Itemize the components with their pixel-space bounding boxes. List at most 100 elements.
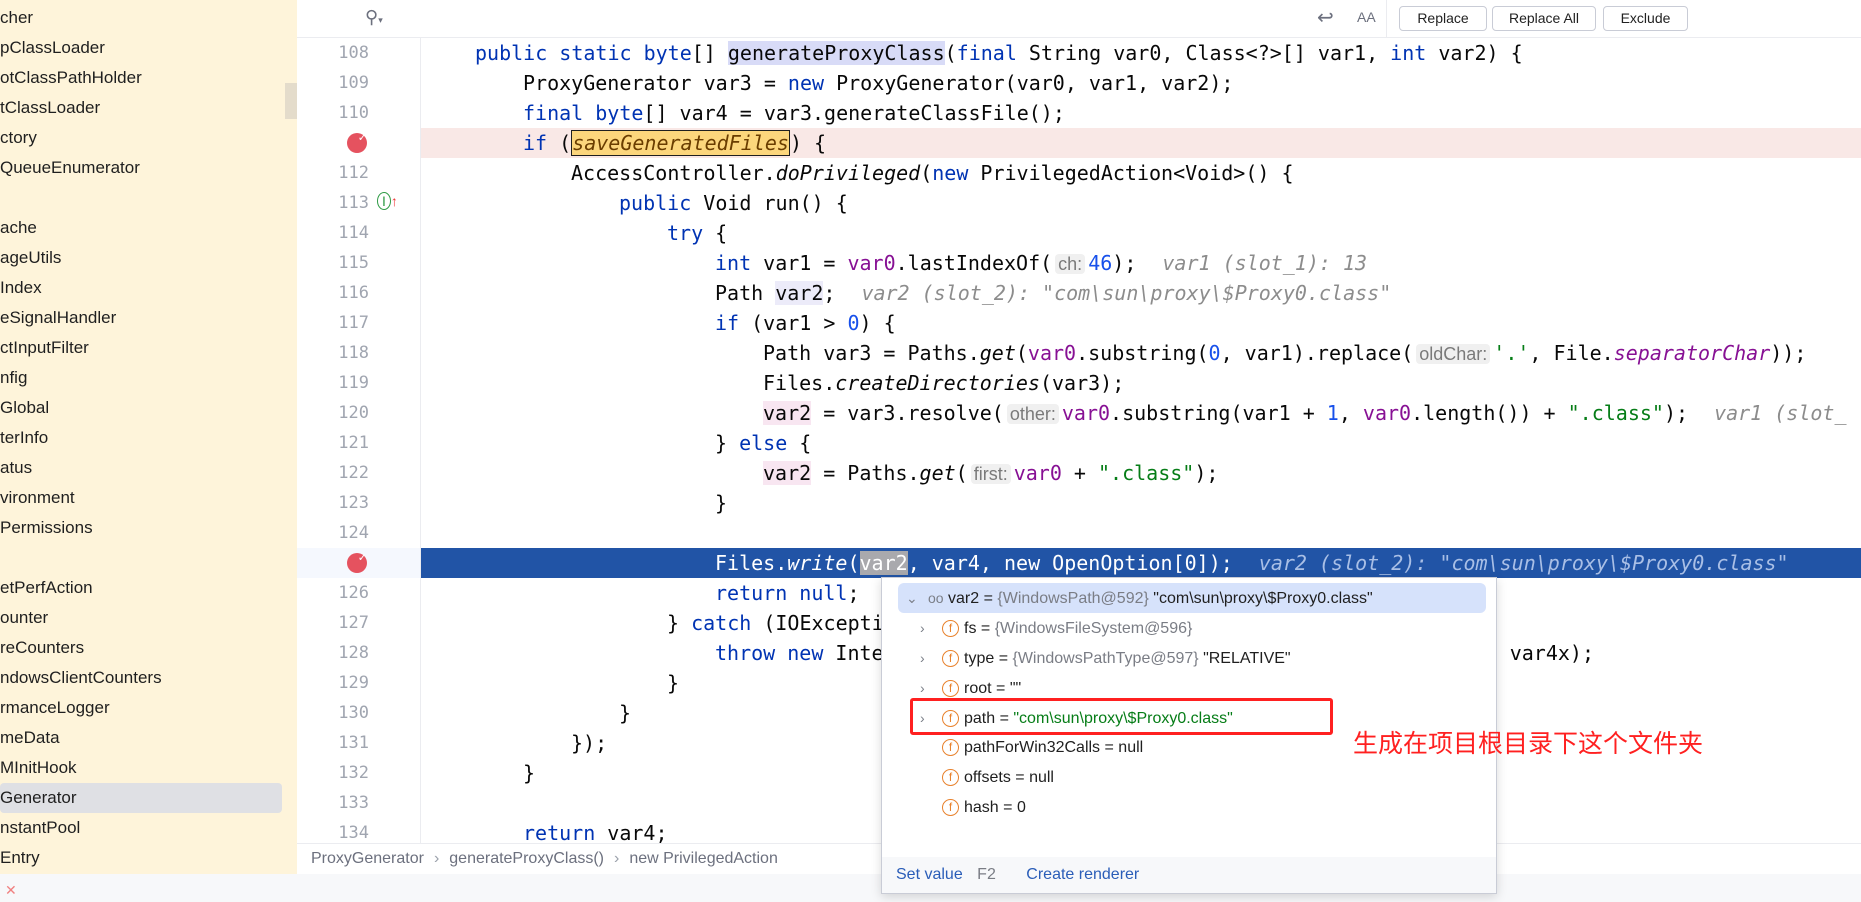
inspector-field-row[interactable]: f pathForWin32Calls = null: [920, 733, 1143, 763]
tree-item[interactable]: eSignalHandler: [0, 303, 282, 333]
code-token: var0: [1013, 461, 1062, 485]
code-token: (: [944, 41, 957, 65]
wrap-arrow-icon[interactable]: ↩: [1317, 5, 1334, 30]
breakpoint-icon[interactable]: ✓: [347, 553, 367, 573]
chevron-right-icon[interactable]: ›: [920, 613, 942, 643]
inspector-field-row[interactable]: f offsets = null: [920, 763, 1054, 793]
tree-item[interactable]: Entry: [0, 843, 282, 873]
replace-button[interactable]: Replace: [1399, 6, 1487, 31]
inspector-field-row[interactable]: › f fs = {WindowsFileSystem@596}: [920, 613, 1192, 643]
tree-item[interactable]: rmanceLogger: [0, 693, 282, 723]
code-line[interactable]: int var1 = var0.lastIndexOf(ch: 46); var1 …: [421, 248, 1861, 278]
annotation-note: 生成在项目根目录下这个文件夹: [1353, 729, 1704, 758]
line-number: 108: [338, 43, 369, 63]
search-icon[interactable]: ⚲▾: [365, 7, 383, 28]
exclude-button[interactable]: Exclude: [1603, 6, 1688, 31]
inspector-field-row[interactable]: f hash = 0: [920, 793, 1026, 823]
code-line[interactable]: var2 = var3.resolve(other: var0.substring…: [421, 398, 1861, 428]
chevron-down-icon[interactable]: ⌄: [906, 583, 928, 613]
line-number: 126: [338, 583, 369, 603]
line-number: 128: [338, 643, 369, 663]
inspector-field-row[interactable]: › f type = {WindowsPathType@597} "RELATIVE…: [920, 643, 1291, 673]
tree-item[interactable]: ctInputFilter: [0, 333, 282, 363]
code-line[interactable]: public Void run() {: [421, 188, 1861, 218]
code-line[interactable]: if (var1 > 0) {: [421, 308, 1861, 338]
create-renderer-link[interactable]: Create renderer: [1026, 866, 1139, 883]
close-icon[interactable]: ✕: [5, 882, 17, 899]
tree-item[interactable]: vironment: [0, 483, 282, 513]
code-line[interactable]: var2 = Paths.get(first: var0 + ".class");: [421, 458, 1861, 488]
code-token: 0: [847, 311, 860, 335]
tree-item[interactable]: ctory: [0, 123, 282, 153]
project-tree[interactable]: cher pClassLoader otClassPathHolder tClassL…: [0, 0, 297, 874]
tree-item[interactable]: otClassPathHolder: [0, 63, 282, 93]
field-icon: f: [942, 680, 959, 698]
tree-item[interactable]: Generator: [0, 783, 282, 813]
tree-item[interactable]: ounter: [0, 603, 282, 633]
implements-method-icon[interactable]: I ↑: [377, 192, 398, 210]
tree-item[interactable]: Permissions: [0, 513, 282, 543]
tree-item[interactable]: ndowsClientCounters: [0, 663, 282, 693]
annotation-highlight-box: [910, 698, 1333, 735]
field-value: "RELATIVE": [1198, 650, 1291, 667]
code-line[interactable]: public static byte[] generateProxyClass(…: [421, 38, 1861, 68]
code-line[interactable]: AccessController.doPrivileged(new Privil…: [421, 158, 1861, 188]
code-token: createDirectories: [835, 371, 1040, 395]
code-token: }: [715, 491, 728, 515]
var-type: {WindowsPath@592}: [997, 590, 1149, 607]
tree-item[interactable]: atus: [0, 453, 282, 483]
code-line[interactable]: Files.createDirectories(var3);: [421, 368, 1861, 398]
tree-item[interactable]: QueueEnumerator: [0, 153, 282, 183]
code-line[interactable]: } else {: [421, 428, 1861, 458]
line-number: 114: [338, 223, 369, 243]
line-number: 122: [338, 463, 369, 483]
tree-item[interactable]: nstantPool: [0, 813, 282, 843]
tree-item[interactable]: MInitHook: [0, 753, 282, 783]
breakpoint-icon[interactable]: ✓: [347, 133, 367, 153]
breadcrumb-item[interactable]: ProxyGenerator: [311, 850, 424, 867]
tree-item[interactable]: ache: [0, 213, 282, 243]
tree-item[interactable]: [0, 183, 282, 213]
tree-item[interactable]: reCounters: [0, 633, 282, 663]
breadcrumb-item[interactable]: generateProxyClass(): [449, 850, 604, 867]
tree-item[interactable]: [0, 543, 282, 573]
replace-all-button[interactable]: Replace All: [1492, 6, 1596, 31]
code-token: return null: [715, 581, 848, 605]
field-icon: f: [942, 620, 959, 638]
tree-item[interactable]: terInfo: [0, 423, 282, 453]
code-token: {: [703, 221, 728, 245]
tree-item[interactable]: Global: [0, 393, 282, 423]
tree-item[interactable]: Index: [0, 273, 282, 303]
code-line[interactable]: Path var3 = Paths.get(var0.substring(0, …: [421, 338, 1861, 368]
match-case-icon[interactable]: AA: [1357, 9, 1376, 25]
code-token: var2: [775, 281, 824, 305]
tree-item[interactable]: nfig: [0, 363, 282, 393]
code-line[interactable]: Files.write(var2, var4, new OpenOption[0…: [421, 548, 1861, 578]
set-value-link[interactable]: Set value: [896, 866, 963, 883]
code-line[interactable]: [421, 518, 1861, 548]
code-line[interactable]: try {: [421, 218, 1861, 248]
sidebar-scrollbar[interactable]: [285, 83, 297, 119]
tree-item[interactable]: cher: [0, 3, 282, 33]
field-name: hash: [964, 799, 999, 816]
field-value: null: [1118, 739, 1144, 756]
code-line[interactable]: ProxyGenerator var3 = new ProxyGenerator…: [421, 68, 1861, 98]
tree-item[interactable]: etPerfAction: [0, 573, 282, 603]
tree-item[interactable]: tClassLoader: [0, 93, 282, 123]
code-line[interactable]: }: [421, 488, 1861, 518]
tree-item[interactable]: pClassLoader: [0, 33, 282, 63]
line-number: 127: [338, 613, 369, 633]
breadcrumb-item[interactable]: new PrivilegedAction: [629, 850, 778, 867]
tree-item[interactable]: ageUtils: [0, 243, 282, 273]
code-token: AccessController.: [571, 161, 776, 185]
code-token: Files.: [715, 551, 788, 575]
code-line[interactable]: Path var2; var2 (slot_2): "com\sun\proxy\…: [421, 278, 1861, 308]
editor-gutter[interactable]: 108 109 110 ✓ 112 113 I ↑ 114 115 116 117 118 119 120 1…: [297, 38, 421, 843]
code-line[interactable]: final byte[] var4 = var3.generateClassFi…: [421, 98, 1861, 128]
code-line[interactable]: if (saveGeneratedFiles) {: [421, 128, 1861, 158]
chevron-right-icon[interactable]: ›: [920, 643, 942, 673]
tree-item[interactable]: meData: [0, 723, 282, 753]
code-token: (: [920, 161, 933, 185]
inspector-root-row[interactable]: ⌄ oo var2 = {WindowsPath@592} "com\sun\pr…: [898, 583, 1486, 613]
set-value-shortcut: F2: [977, 866, 996, 883]
